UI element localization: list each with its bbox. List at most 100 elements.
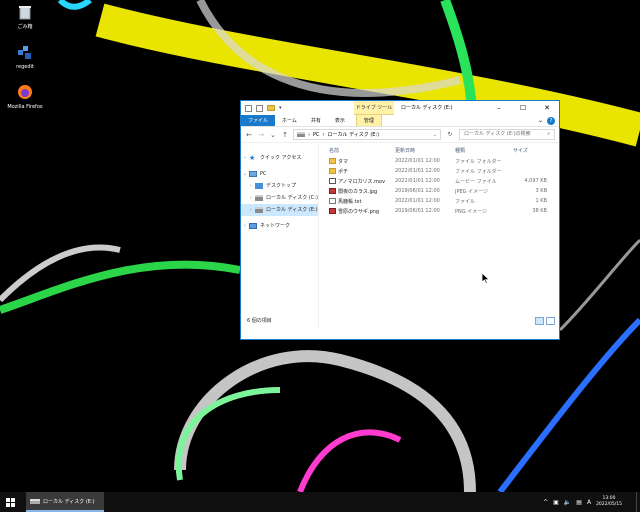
recent-chevron-icon[interactable]: ⌄	[269, 131, 277, 139]
show-desktop-button[interactable]	[636, 492, 640, 512]
window-title: ローカル ディスク (E:)	[401, 105, 453, 111]
firefox-icon	[18, 85, 32, 99]
column-headers: 名前 更新日時 種類 サイズ	[329, 144, 559, 156]
computer-icon	[249, 171, 257, 177]
tab-home[interactable]: ホーム	[275, 115, 304, 126]
file-row[interactable]: 雪原のウサギ.png 2019/06/01 12:00 PNG イメージ 38 KB	[329, 206, 559, 216]
file-size: 1 KB	[535, 198, 547, 204]
movie-icon	[329, 178, 336, 184]
firefox-shortcut[interactable]: Mozilla Firefox	[4, 84, 46, 110]
file-name-cell: 闇夜のカラス.jpg	[329, 188, 395, 195]
start-button[interactable]	[6, 498, 15, 507]
clock-date: 2022/05/15	[596, 502, 622, 507]
drive-icon	[255, 207, 263, 213]
maximize-button[interactable]: ☐	[511, 101, 535, 115]
close-button[interactable]: ✕	[535, 101, 559, 115]
nav-pc[interactable]: ⌄ PC	[241, 168, 318, 180]
breadcrumb-pc[interactable]: PC	[313, 132, 320, 138]
network-tray-icon[interactable]: ▣	[553, 499, 559, 506]
up-arrow-icon[interactable]: ↑	[281, 131, 289, 139]
search-input[interactable]: ローカル ディスク (E:)の検索 ⌕	[459, 129, 555, 140]
notification-icon[interactable]: ▤	[576, 499, 582, 506]
file-row[interactable]: アノマロカリス.mov 2022/01/01 12:00 ムービー ファイル 4,09…	[329, 176, 559, 186]
file-row[interactable]: 闇夜のカラス.jpg 2019/06/01 12:00 JPEG イメージ 3 KB	[329, 186, 559, 196]
chevron-right-icon[interactable]: ›	[241, 220, 249, 232]
regedit-shortcut[interactable]: regedit	[4, 44, 46, 70]
chevron-down-icon[interactable]: ⌄	[241, 168, 249, 180]
clock[interactable]: 13:00 2022/05/15	[596, 496, 622, 508]
nav-quick-access[interactable]: › ★ クイック アクセス	[241, 152, 318, 164]
checkmark-icon[interactable]	[256, 104, 263, 112]
navigation-pane: › ★ クイック アクセス ⌄ PC › デスクトップ › ローカル ディスク …	[241, 144, 319, 327]
large-icons-view-button[interactable]	[546, 317, 555, 325]
taskbar-app-label: ローカル ディスク (E:)	[43, 498, 95, 505]
nav-desktop[interactable]: › デスクトップ	[241, 180, 318, 192]
search-icon: ⌕	[547, 131, 550, 137]
tab-manage[interactable]: 管理	[355, 115, 382, 126]
nav-network[interactable]: › ネットワーク	[241, 220, 318, 232]
file-type: ファイル フォルダー	[455, 168, 502, 175]
help-icon[interactable]: ?	[547, 116, 555, 125]
txt-icon	[329, 198, 336, 204]
tab-view[interactable]: 表示	[328, 115, 352, 126]
show-hidden-icons-icon[interactable]: ^	[543, 499, 548, 506]
tab-share[interactable]: 共有	[304, 115, 328, 126]
column-size[interactable]: サイズ	[509, 147, 547, 154]
new-folder-icon[interactable]	[267, 105, 275, 111]
desktop-icon-label: Mozilla Firefox	[7, 104, 43, 110]
chevron-down-icon[interactable]: ▾	[279, 105, 282, 111]
nav-label: ローカル ディスク (E:)	[266, 207, 318, 213]
address-bar[interactable]: › PC › ローカル ディスク (E:) ⌄	[293, 129, 441, 140]
drive-tools-context-tab: ドライブ ツール	[354, 101, 394, 115]
chevron-right-icon[interactable]: ›	[247, 192, 255, 204]
properties-icon[interactable]	[245, 104, 252, 112]
address-dropdown-icon[interactable]: ⌄	[433, 132, 437, 138]
file-size: 3 KB	[535, 188, 547, 194]
nav-label: ローカル ディスク (C:)	[266, 195, 318, 201]
file-name-cell: タマ	[329, 158, 395, 165]
file-name-cell: アノマロカリス.mov	[329, 178, 395, 185]
title-bar[interactable]: ▾ ドライブ ツール ローカル ディスク (E:) – ☐ ✕	[241, 101, 559, 115]
mouse-cursor	[482, 273, 490, 284]
file-row[interactable]: ポチ 2022/01/01 12:00 ファイル フォルダー	[329, 166, 559, 176]
folder-icon	[329, 168, 336, 174]
ime-indicator[interactable]: A	[587, 499, 591, 506]
breadcrumb-drive[interactable]: ローカル ディスク (E:)	[328, 131, 380, 138]
volume-icon[interactable]: 🔈	[564, 499, 571, 506]
details-view-button[interactable]	[535, 317, 544, 325]
breadcrumb-separator: ›	[308, 131, 310, 138]
explorer-window: ▾ ドライブ ツール ローカル ディスク (E:) – ☐ ✕ ファイル ホーム…	[240, 100, 560, 340]
star-icon: ★	[249, 154, 256, 162]
nav-label: ネットワーク	[260, 223, 291, 229]
quick-access-toolbar: ▾	[245, 104, 282, 112]
expand-ribbon-icon[interactable]: ⌄	[538, 117, 543, 124]
refresh-icon[interactable]: ↻	[445, 131, 455, 138]
search-placeholder: ローカル ディスク (E:)の検索	[464, 131, 531, 137]
drive-icon	[297, 132, 305, 137]
back-arrow-icon[interactable]: ←	[245, 131, 253, 139]
network-icon	[249, 223, 257, 229]
file-date: 2022/01/01 12:00	[395, 198, 440, 204]
folder-icon	[329, 158, 336, 164]
chevron-right-icon[interactable]: ›	[247, 180, 255, 192]
column-name[interactable]: 名前	[329, 147, 395, 154]
file-type: PNG イメージ	[455, 208, 488, 215]
file-date: 2019/06/01 12:00	[395, 188, 440, 194]
file-row[interactable]: 馬鹿帳.txt 2022/01/01 12:00 ファイル 1 KB	[329, 196, 559, 206]
png-icon	[329, 208, 336, 214]
forward-arrow-icon[interactable]: →	[257, 131, 265, 139]
taskbar-explorer-button[interactable]: ローカル ディスク (E:)	[26, 492, 104, 512]
column-date[interactable]: 更新日時	[395, 147, 455, 154]
chevron-right-icon[interactable]: ›	[241, 152, 249, 164]
minimize-button[interactable]: –	[487, 101, 511, 115]
file-name: ポチ	[338, 168, 349, 175]
tab-file[interactable]: ファイル	[241, 115, 276, 126]
file-date: 2022/01/01 12:00	[395, 168, 440, 174]
file-row[interactable]: タマ 2022/01/01 12:00 ファイル フォルダー	[329, 156, 559, 166]
nav-local-disk-e[interactable]: › ローカル ディスク (E:)	[241, 204, 318, 216]
nav-label: デスクトップ	[266, 183, 297, 189]
column-type[interactable]: 種類	[455, 147, 509, 154]
recycle-bin-shortcut[interactable]: ごみ箱	[4, 4, 46, 30]
chevron-right-icon[interactable]: ›	[247, 204, 255, 216]
nav-local-disk-c[interactable]: › ローカル ディスク (C:)	[241, 192, 318, 204]
